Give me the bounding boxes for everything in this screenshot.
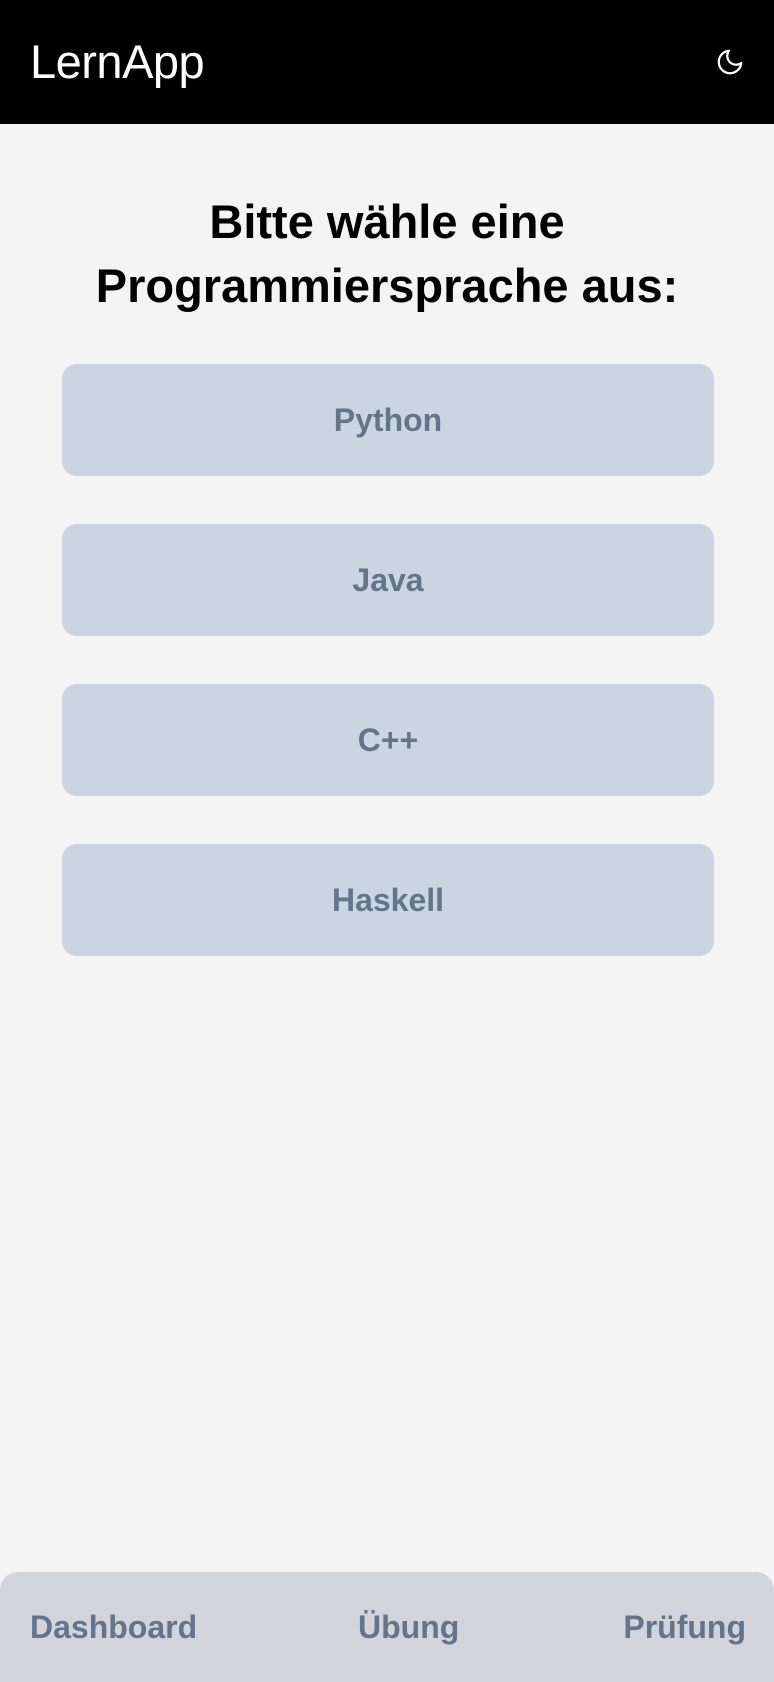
language-list: Python Java C++ Haskell xyxy=(62,364,714,1004)
nav-item-dashboard[interactable]: Dashboard xyxy=(30,1572,197,1682)
page-title: Bitte wähle eine Programmiersprache aus: xyxy=(60,190,714,318)
app-header: LernApp xyxy=(0,0,774,124)
app-title: LernApp xyxy=(30,35,205,88)
language-button-java[interactable]: Java xyxy=(62,524,714,636)
bottom-nav: Dashboard Übung Prüfung xyxy=(0,1572,774,1682)
language-button-haskell[interactable]: Haskell xyxy=(62,844,714,956)
language-button-python[interactable]: Python xyxy=(62,364,714,476)
moon-icon xyxy=(717,49,743,75)
page-title-line-2: Programmiersprache aus: xyxy=(95,259,679,312)
page-title-line-1: Bitte wähle eine xyxy=(209,195,565,248)
nav-item-pruefung[interactable]: Prüfung xyxy=(623,1572,746,1682)
theme-toggle-button[interactable] xyxy=(710,42,750,82)
main-content: Bitte wähle eine Programmiersprache aus:… xyxy=(0,124,774,1570)
nav-item-uebung[interactable]: Übung xyxy=(358,1572,459,1682)
language-button-cpp[interactable]: C++ xyxy=(62,684,714,796)
